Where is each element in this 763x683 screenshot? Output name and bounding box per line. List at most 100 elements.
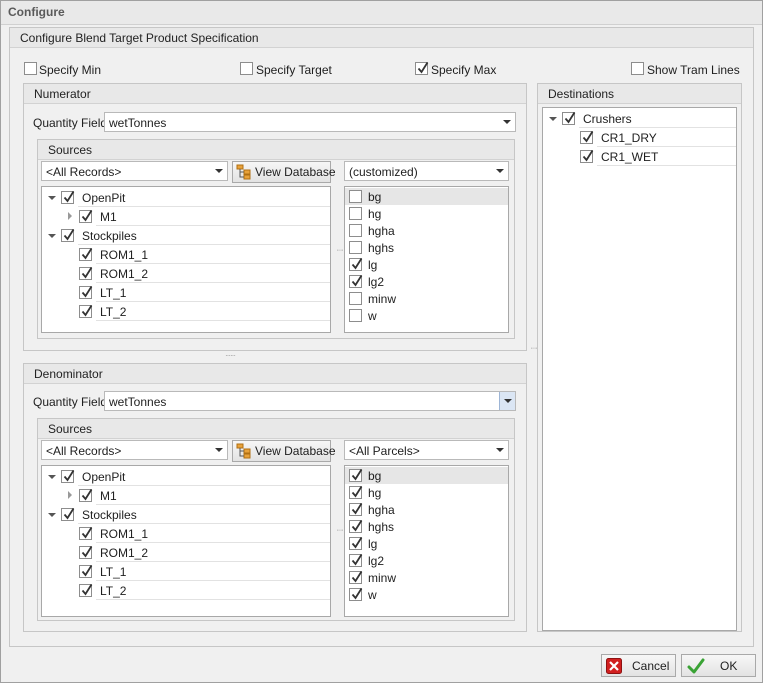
denominator-quantity-field[interactable]: wetTonnes — [104, 391, 516, 411]
tree-row[interactable]: LT_2 — [42, 302, 330, 321]
tree-checkbox[interactable] — [79, 286, 93, 299]
tree-checkbox[interactable] — [79, 546, 93, 559]
denominator-splitter-handle[interactable]: ⁞ — [335, 529, 344, 530]
ok-button[interactable]: OK — [681, 654, 756, 677]
parcel-item[interactable]: hg — [345, 205, 508, 222]
parcel-item[interactable]: lg2 — [345, 552, 508, 569]
tree-row[interactable]: OpenPit — [42, 188, 330, 207]
parcel-item[interactable]: hg — [345, 484, 508, 501]
tree-checkbox[interactable] — [562, 112, 576, 125]
parcel-item[interactable]: w — [345, 307, 508, 324]
tree-row[interactable]: Stockpiles — [42, 226, 330, 245]
tree-checkbox[interactable] — [79, 565, 93, 578]
parcel-item[interactable]: lg — [345, 256, 508, 273]
parcel-checkbox[interactable] — [349, 486, 363, 499]
expand-arrow-icon[interactable] — [48, 513, 56, 517]
parcel-checkbox[interactable] — [349, 469, 363, 482]
denominator-parcel-list[interactable]: bg hg hgha hghs lg lg2 minw w — [344, 465, 509, 617]
tree-row[interactable]: CR1_WET — [543, 147, 736, 166]
numerator-parcel-select[interactable]: (customized) — [344, 161, 509, 181]
tree-row[interactable]: M1 — [42, 486, 330, 505]
tree-row[interactable]: OpenPit — [42, 467, 330, 486]
tree-checkbox[interactable] — [79, 210, 93, 223]
chevron-down-icon[interactable] — [499, 113, 515, 131]
denominator-parcel-select[interactable]: <All Parcels> — [344, 440, 509, 460]
chevron-down-icon[interactable] — [211, 162, 227, 180]
tree-row[interactable]: CR1_DRY — [543, 128, 736, 147]
numerator-parcel-list[interactable]: bg hg hgha hghs lg lg2 minw w — [344, 186, 509, 333]
denominator-view-database-button[interactable]: View Database — [232, 440, 336, 462]
numerator-source-tree[interactable]: OpenPit M1 Stockpiles ROM1_1 ROM1_2 LT_1 LT_2 — [41, 186, 331, 333]
expand-arrow-icon[interactable] — [48, 196, 56, 200]
parcel-item[interactable]: minw — [345, 569, 508, 586]
specify-min-checkbox[interactable] — [24, 62, 37, 75]
parcel-checkbox[interactable] — [349, 224, 362, 237]
tree-row[interactable]: ROM1_2 — [42, 543, 330, 562]
tree-row[interactable]: M1 — [42, 207, 330, 226]
show-tram-lines-checkbox[interactable] — [631, 62, 644, 75]
tree-checkbox[interactable] — [61, 470, 75, 483]
option-specify-min[interactable]: Specify Min — [24, 62, 114, 78]
tree-row[interactable]: ROM1_1 — [42, 245, 330, 264]
chevron-down-icon[interactable] — [211, 441, 227, 459]
numerator-quantity-field[interactable]: wetTonnes — [104, 112, 516, 132]
tree-checkbox[interactable] — [79, 527, 93, 540]
parcel-checkbox[interactable] — [349, 588, 363, 601]
tree-checkbox[interactable] — [580, 150, 594, 163]
expand-arrow-icon[interactable] — [549, 117, 557, 121]
option-specify-target[interactable]: Specify Target — [240, 62, 340, 78]
vertical-splitter-handle[interactable]: ······ — [225, 351, 236, 360]
tree-row[interactable]: Stockpiles — [42, 505, 330, 524]
parcel-checkbox[interactable] — [349, 537, 363, 550]
tree-row[interactable]: LT_1 — [42, 562, 330, 581]
expand-arrow-icon[interactable] — [48, 475, 56, 479]
numerator-splitter-handle[interactable]: ⁞ — [335, 249, 344, 250]
option-show-tram-lines[interactable]: Show Tram Lines — [631, 62, 741, 78]
specify-target-checkbox[interactable] — [240, 62, 253, 75]
collapsed-arrow-icon[interactable] — [68, 491, 72, 499]
tree-checkbox[interactable] — [61, 229, 75, 242]
parcel-item[interactable]: minw — [345, 290, 508, 307]
parcel-item[interactable]: hgha — [345, 222, 508, 239]
denominator-source-tree[interactable]: OpenPit M1 Stockpiles ROM1_1 ROM1_2 LT_1 LT_2 — [41, 465, 331, 617]
parcel-checkbox[interactable] — [349, 207, 362, 220]
tree-checkbox[interactable] — [79, 305, 93, 318]
cancel-button[interactable]: Cancel — [601, 654, 676, 677]
parcel-checkbox[interactable] — [349, 309, 362, 322]
tree-row[interactable]: ROM1_2 — [42, 264, 330, 283]
parcel-item[interactable]: lg — [345, 535, 508, 552]
chevron-down-icon[interactable] — [492, 162, 508, 180]
parcel-item[interactable]: w — [345, 586, 508, 603]
parcel-checkbox[interactable] — [349, 258, 363, 271]
expand-arrow-icon[interactable] — [48, 234, 56, 238]
specify-max-checkbox[interactable] — [415, 62, 429, 75]
parcel-item[interactable]: hgha — [345, 501, 508, 518]
tree-checkbox[interactable] — [79, 267, 93, 280]
parcel-checkbox[interactable] — [349, 571, 363, 584]
chevron-down-icon[interactable] — [499, 392, 515, 410]
parcel-checkbox[interactable] — [349, 275, 363, 288]
parcel-checkbox[interactable] — [349, 520, 363, 533]
parcel-item[interactable]: hghs — [345, 518, 508, 535]
tree-checkbox[interactable] — [61, 508, 75, 521]
parcel-checkbox[interactable] — [349, 241, 362, 254]
parcel-item[interactable]: hghs — [345, 239, 508, 256]
parcel-checkbox[interactable] — [349, 554, 363, 567]
option-specify-max[interactable]: Specify Max — [415, 62, 505, 78]
parcel-item[interactable]: bg — [345, 188, 508, 205]
tree-row[interactable]: LT_2 — [42, 581, 330, 600]
tree-checkbox[interactable] — [580, 131, 594, 144]
tree-checkbox[interactable] — [79, 248, 93, 261]
tree-row[interactable]: LT_1 — [42, 283, 330, 302]
numerator-records-select[interactable]: <All Records> — [41, 161, 228, 181]
parcel-checkbox[interactable] — [349, 190, 362, 203]
tree-checkbox[interactable] — [79, 489, 93, 502]
parcel-checkbox[interactable] — [349, 503, 363, 516]
chevron-down-icon[interactable] — [492, 441, 508, 459]
parcel-item[interactable]: lg2 — [345, 273, 508, 290]
destinations-tree[interactable]: Crushers CR1_DRY CR1_WET — [542, 107, 737, 631]
tree-checkbox[interactable] — [61, 191, 75, 204]
tree-checkbox[interactable] — [79, 584, 93, 597]
numerator-view-database-button[interactable]: View Database — [232, 161, 336, 183]
parcel-checkbox[interactable] — [349, 292, 362, 305]
